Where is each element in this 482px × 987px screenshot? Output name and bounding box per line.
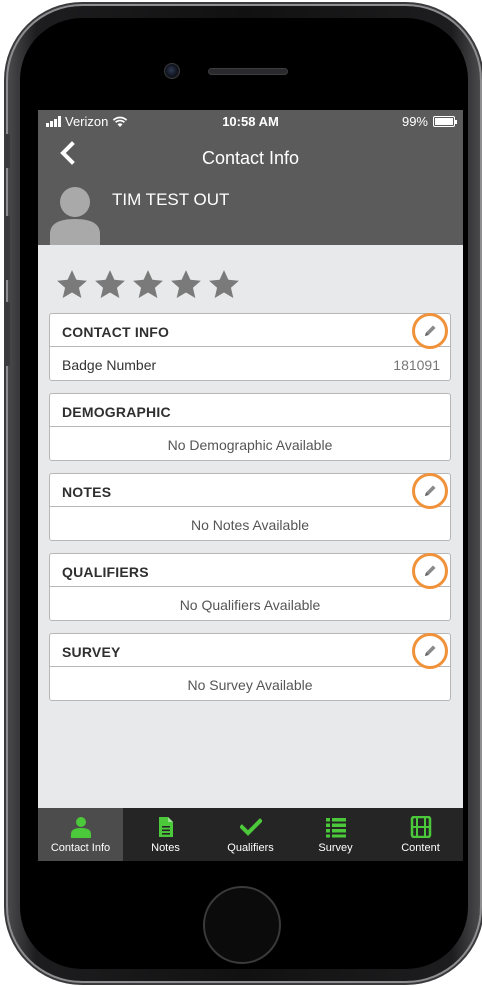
notes-header: NOTES bbox=[50, 473, 450, 509]
survey-header: SURVEY bbox=[50, 633, 450, 669]
star-icon[interactable] bbox=[131, 268, 165, 302]
empty-message: No Survey Available bbox=[187, 677, 313, 693]
tab-bar: Contact Info Notes Qualifiers Survey Con… bbox=[38, 808, 463, 861]
empty-message: No Demographic Available bbox=[167, 437, 333, 453]
status-bar: Verizon 10:58 AM 99% bbox=[38, 110, 463, 132]
nav-title: Contact Info bbox=[201, 148, 300, 168]
contact-info-header: CONTACT INFO bbox=[50, 313, 450, 349]
tab-label: Qualifiers bbox=[227, 842, 274, 854]
section-title: DEMOGRAPHIC bbox=[62, 404, 171, 420]
notes-body: No Notes Available bbox=[50, 507, 450, 540]
star-icon[interactable] bbox=[93, 268, 127, 302]
tab-label: Contact Info bbox=[50, 842, 111, 854]
notes-section: NOTES No Notes Available bbox=[49, 473, 451, 541]
qualifiers-header: QUALIFIERS bbox=[50, 553, 450, 589]
tab-content[interactable]: Content bbox=[378, 808, 463, 861]
tab-label: Content bbox=[401, 842, 440, 854]
nav-bar: Contact Info bbox=[38, 132, 463, 174]
section-title: QUALIFIERS bbox=[62, 564, 149, 580]
badge-number-label: Badge Number bbox=[62, 357, 157, 373]
edit-pencil-icon[interactable] bbox=[412, 473, 448, 509]
earpiece-speaker bbox=[208, 68, 288, 75]
checkmark-icon bbox=[239, 818, 262, 836]
tab-qualifiers[interactable]: Qualifiers bbox=[208, 808, 293, 861]
qualifiers-body: No Qualifiers Available bbox=[50, 587, 450, 620]
contact-info-section: CONTACT INFO Badge Number 181091 bbox=[49, 313, 451, 381]
volume-up-button bbox=[4, 216, 10, 280]
demographic-section: DEMOGRAPHIC No Demographic Available bbox=[49, 393, 451, 461]
star-icon[interactable] bbox=[169, 268, 203, 302]
front-camera bbox=[164, 63, 180, 79]
battery-percent: 99% bbox=[401, 114, 428, 129]
avatar-person-icon bbox=[50, 187, 100, 245]
volume-down-button bbox=[4, 302, 10, 366]
empty-message: No Notes Available bbox=[190, 517, 310, 533]
tab-label: Survey bbox=[318, 842, 353, 854]
contact-name: TIM TEST OUT bbox=[112, 190, 230, 209]
status-time: 10:58 AM bbox=[222, 114, 279, 129]
star-icon[interactable] bbox=[207, 268, 241, 302]
star-icon[interactable] bbox=[55, 268, 89, 302]
tab-contact-info[interactable]: Contact Info bbox=[38, 808, 123, 861]
status-right: 99% bbox=[401, 114, 457, 129]
section-title: SURVEY bbox=[62, 644, 121, 660]
section-title: CONTACT INFO bbox=[62, 324, 170, 340]
star-rating[interactable] bbox=[55, 268, 241, 302]
edit-pencil-icon[interactable] bbox=[412, 313, 448, 349]
profile-header: TIM TEST OUT bbox=[38, 174, 463, 245]
person-icon bbox=[70, 817, 91, 838]
tab-notes[interactable]: Notes bbox=[123, 808, 208, 861]
empty-message: No Qualifiers Available bbox=[179, 597, 321, 613]
badge-number-value: 181091 bbox=[393, 357, 440, 373]
mute-switch bbox=[4, 134, 10, 168]
document-icon bbox=[158, 817, 173, 837]
badge-number-row: Badge Number 181091 bbox=[50, 347, 450, 380]
demographic-body: No Demographic Available bbox=[50, 427, 450, 460]
survey-section: SURVEY No Survey Available bbox=[49, 633, 451, 701]
home-button[interactable] bbox=[203, 886, 281, 964]
list-icon bbox=[325, 818, 346, 838]
section-title: NOTES bbox=[62, 484, 112, 500]
app-screen: Verizon 10:58 AM 99% Contact Info TIM TE… bbox=[38, 110, 463, 861]
battery-icon bbox=[433, 116, 457, 127]
qualifiers-section: QUALIFIERS No Qualifiers Available bbox=[49, 553, 451, 621]
tab-label: Notes bbox=[151, 842, 180, 854]
edit-pencil-icon[interactable] bbox=[412, 553, 448, 589]
film-icon bbox=[410, 816, 431, 838]
survey-body: No Survey Available bbox=[50, 667, 450, 700]
demographic-header: DEMOGRAPHIC bbox=[50, 394, 450, 427]
edit-pencil-icon[interactable] bbox=[412, 633, 448, 669]
tab-survey[interactable]: Survey bbox=[293, 808, 378, 861]
